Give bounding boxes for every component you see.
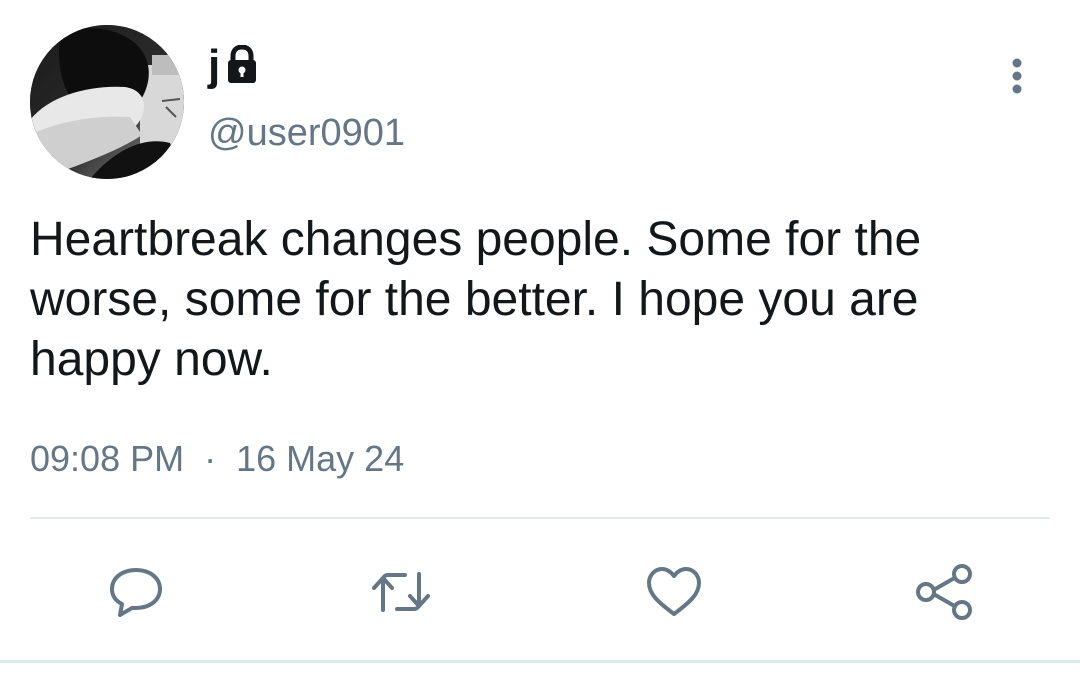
lock-icon xyxy=(224,43,260,90)
vertical-ellipsis-icon xyxy=(1012,58,1022,94)
user-handle[interactable]: @user0901 xyxy=(208,111,405,155)
share-nodes-icon xyxy=(916,564,972,620)
reply-button[interactable] xyxy=(104,560,168,624)
tweet-date: 16 May 24 xyxy=(236,438,405,479)
divider xyxy=(30,517,1050,519)
retweet-button[interactable] xyxy=(369,560,433,624)
share-button[interactable] xyxy=(912,560,976,624)
heart-icon xyxy=(647,567,701,616)
divider-bottom xyxy=(0,660,1080,663)
retweet-arrows-icon xyxy=(372,572,430,612)
timestamp-separator: · xyxy=(204,438,217,479)
more-options-button[interactable] xyxy=(1000,52,1034,100)
avatar[interactable] xyxy=(30,25,184,179)
tweet-text: Heartbreak changes people. Some for the … xyxy=(30,213,922,386)
tweet-time: 09:08 PM xyxy=(30,438,185,479)
tweet-card: j @user0901 Heartbreak changes people. S… xyxy=(0,0,1080,681)
display-name-row: j xyxy=(208,44,260,88)
like-button[interactable] xyxy=(642,560,706,624)
display-name[interactable]: j xyxy=(208,44,220,88)
speech-bubble-icon xyxy=(110,568,162,617)
avatar-image xyxy=(30,25,184,179)
timestamp-row[interactable]: 09:08 PM · 16 May 24 xyxy=(30,437,404,481)
